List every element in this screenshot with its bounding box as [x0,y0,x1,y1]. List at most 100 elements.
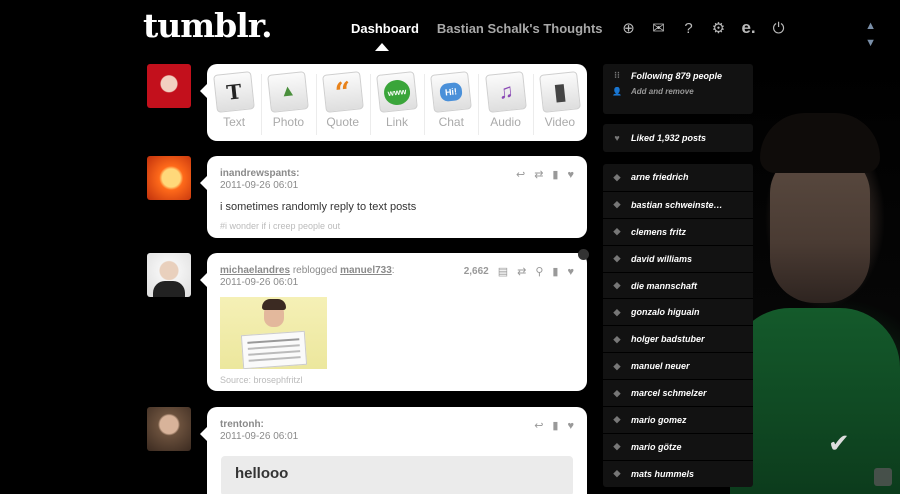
tracked-tag[interactable]: ◆ marcel schmelzer [603,379,753,406]
tag-icon: ◆ [613,306,621,317]
nav-blog[interactable]: Bastian Schalk's Thoughts [437,21,603,36]
text-post: inandrewspants: 2011-09-26 06:01 ↩ ⇄ ▮ ♥… [200,156,587,238]
video-icon: ▮ [538,71,581,113]
reblog-icon[interactable]: ⇄ [517,265,526,278]
following-icon: ⁝⁝ [614,70,620,80]
tag-icon: ◆ [613,333,621,344]
tag-icon: ◆ [613,253,621,264]
nav-dashboard[interactable]: Dashboard [351,21,419,51]
search-icon[interactable]: ⚲ [535,265,543,278]
reply-icon[interactable]: ↩ [516,168,525,181]
tag-icon: ◆ [613,414,621,425]
add-user-icon: 👤 [612,87,622,96]
tumblr-logo[interactable]: tumblr. [143,6,273,45]
chat-post: trentonh: 2011-09-26 06:01 ↩ ▮ ♥ hellooo [200,407,587,494]
post-video-button[interactable]: ▮ Video [532,70,587,141]
help-icon[interactable]: ? [681,20,697,37]
scroll-down-icon[interactable]: ▼ [865,35,876,52]
avatar-inandrewspants[interactable] [147,156,191,200]
tracked-tag[interactable]: ◆ david williams [603,244,753,272]
add-remove-link[interactable]: 👤 Add and remove [611,87,753,96]
post-date: 2011-09-26 06:01 [220,277,299,288]
post-link-button[interactable]: www Link [369,70,424,141]
sidebar: ⁝⁝ Following 879 people 👤 Add and remove… [603,64,753,487]
post-controls: ↩ ⇄ ▮ ♥ [516,168,574,182]
tracked-tag[interactable]: ◆ holger badstuber [603,325,753,352]
following-count[interactable]: Following 879 people [631,71,722,81]
reply-icon[interactable]: ↩ [534,419,543,432]
photo-icon: ▲ [267,71,310,113]
post-photo-button[interactable]: ▲ Photo [261,70,315,141]
post-header: trentonh: 2011-09-26 06:01 [207,407,587,442]
liked-block[interactable]: ♥ Liked 1,932 posts [603,124,753,152]
tracked-tag[interactable]: ◆ bastian schweinste… [603,190,753,218]
swoosh-logo-icon: ✔ [828,428,850,458]
avatar-michaelandres[interactable] [147,253,191,297]
tracked-tag[interactable]: ◆ gonzalo higuain [603,298,753,325]
post-author[interactable]: trentonh: [220,419,574,430]
plus-icon[interactable]: ⊕ [621,19,637,37]
text-icon: T [213,71,256,113]
reblog-source[interactable]: manuel733 [340,265,392,276]
tracked-tag[interactable]: ◆ mario götze [603,432,753,460]
avatar-self[interactable] [147,64,191,108]
post-text-button[interactable]: T Text [207,70,261,141]
top-nav: Dashboard Bastian Schalk's Thoughts ⊕ ✉ … [351,18,801,51]
bookmark-icon[interactable]: ▮ [552,265,558,278]
post-audio-button[interactable]: ♫ Audio [478,70,532,141]
like-icon[interactable]: ♥ [567,420,574,432]
heart-icon: ♥ [614,133,620,143]
post-body: i sometimes randomly reply to text posts [220,201,417,213]
background-shirt [730,308,900,494]
chat-icon: Hi! [430,71,473,113]
like-icon[interactable]: ♥ [567,266,574,278]
tag-icon: ◆ [613,199,621,210]
tracked-tag[interactable]: ◆ mario gomez [603,406,753,433]
tracked-tags: ◆ arne friedrich ◆ bastian schweinste… ◆ cl… [603,164,753,487]
post-chat-button[interactable]: Hi! Chat [424,70,478,141]
corner-toggle-button[interactable] [874,468,892,486]
background-face [770,153,870,303]
notes-count[interactable]: 2,662 [464,266,489,277]
tracked-tag[interactable]: ◆ arne friedrich [603,164,753,191]
avatar-trentonh[interactable] [147,407,191,451]
tag-icon: ◆ [613,171,621,182]
bookmark-icon[interactable]: ▮ [552,168,558,181]
post-controls: 2,662 ▤ ⇄ ⚲ ▮ ♥ [464,265,574,279]
post-corner-dot [578,249,589,260]
liked-count[interactable]: Liked 1,932 posts [631,133,706,143]
post-controls: ↩ ▮ ♥ [534,419,574,433]
power-icon[interactable]: ⏻ [771,20,787,37]
tracked-tag[interactable]: ◆ clemens fritz [603,217,753,245]
post-author[interactable]: michaelandres [220,265,290,276]
post-photo[interactable] [220,297,327,369]
reblog-label: reblogged [292,265,338,276]
tag-icon: ◆ [613,280,621,290]
tracked-tag[interactable]: ◆ manuel neuer [603,352,753,379]
tracked-tag[interactable]: ◆ die mannschaft [603,271,753,299]
photo-post: michaelandres reblogged manuel733: 2011-… [200,249,589,391]
audio-icon: ♫ [484,71,527,113]
bookmark-icon[interactable]: ▮ [552,419,558,432]
tag-icon: ◆ [613,441,621,452]
tracked-tag[interactable]: ◆ mats hummels [603,459,753,487]
like-icon[interactable]: ♥ [567,169,574,181]
background-hair [760,113,880,173]
post-quote-button[interactable]: “ Quote [315,70,370,141]
post-source[interactable]: Source: brosephfritzl [207,369,587,385]
scroll-arrows: ▲ ▼ [865,18,876,52]
link-icon: www [376,71,418,113]
quote-icon: “ [321,71,364,113]
chat-body: hellooo [221,456,573,494]
scroll-up-icon[interactable]: ▲ [865,18,876,35]
post-date: 2011-09-26 06:01 [220,180,299,191]
reblog-icon[interactable]: ⇄ [534,168,543,181]
following-block[interactable]: ⁝⁝ Following 879 people 👤 Add and remove [603,64,753,114]
post-date: 2011-09-26 06:01 [220,431,299,442]
e-icon[interactable]: e. [741,18,757,38]
post-tags[interactable]: #i wonder if i creep people out [207,213,587,231]
gear-icon[interactable]: ⚙ [711,19,727,37]
tag-icon: ◆ [613,468,621,479]
mail-icon[interactable]: ✉ [651,19,667,37]
tag-icon: ◆ [613,360,621,371]
